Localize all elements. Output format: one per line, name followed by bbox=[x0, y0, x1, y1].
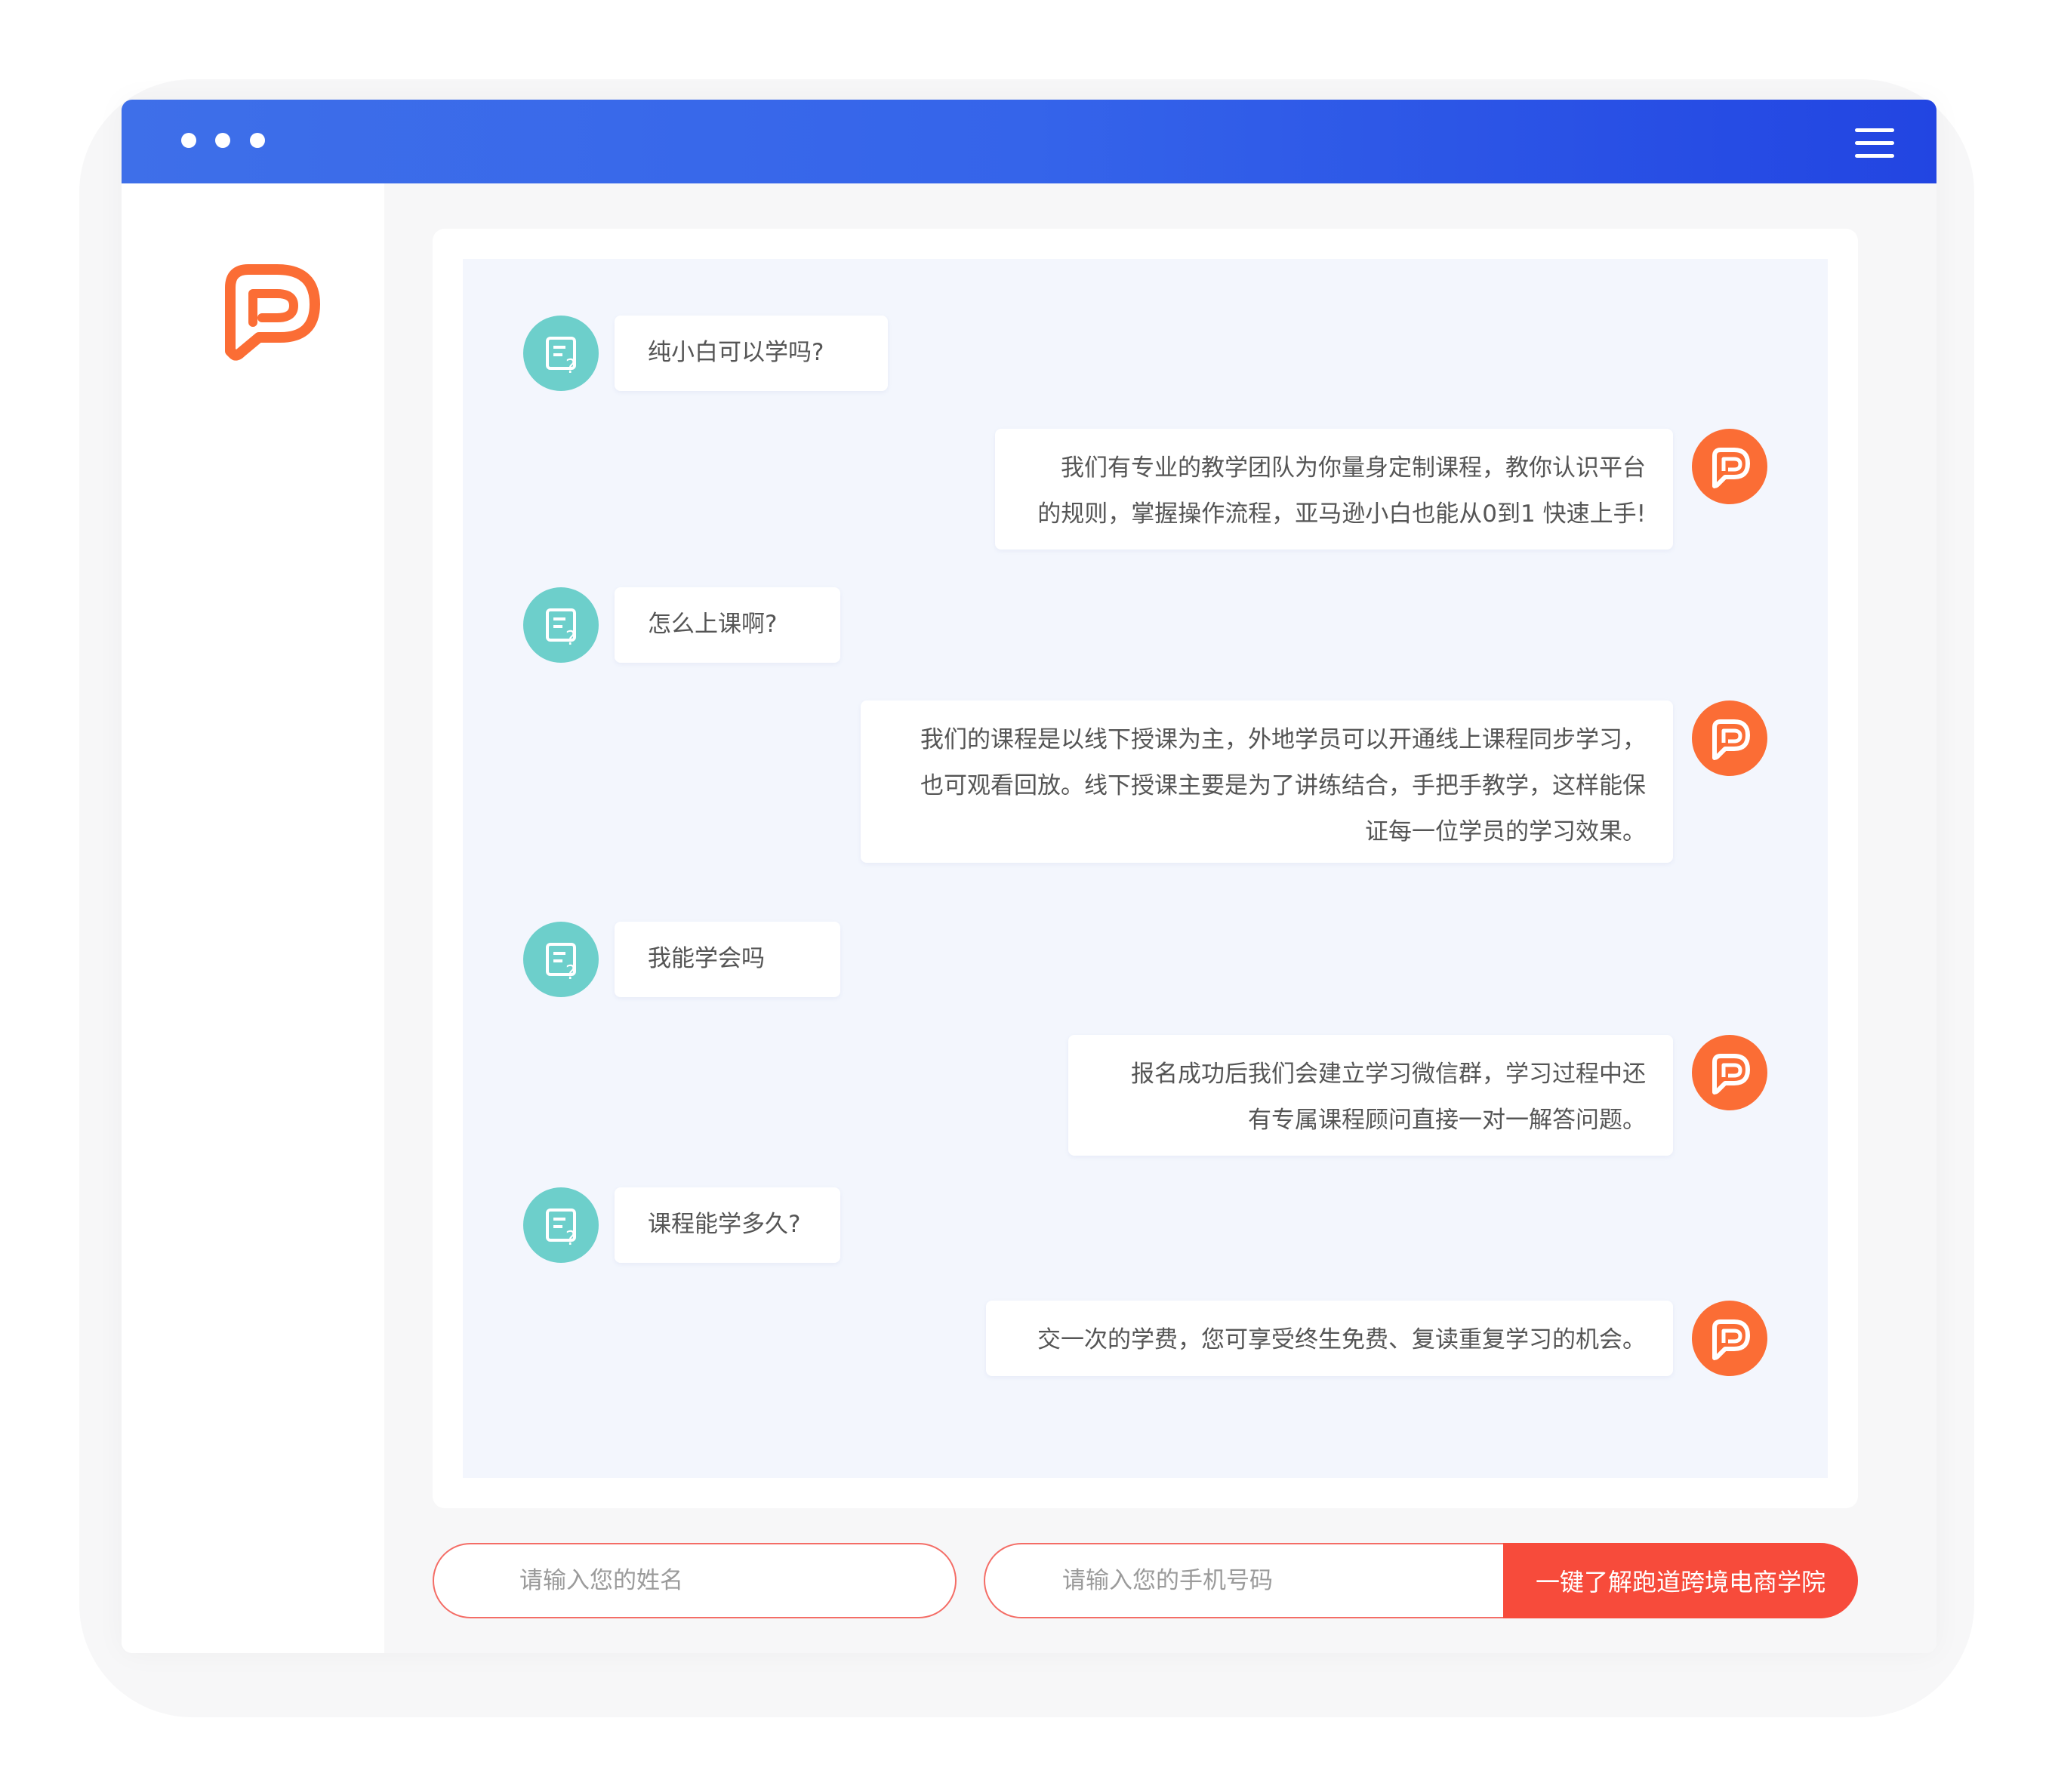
question-note-icon: ? bbox=[546, 337, 576, 378]
bot-message-bubble: 我们的课程是以线下授课为主，外地学员可以开通线上课程同步学习， 也可观看回放。线… bbox=[861, 700, 1673, 863]
hamburger-menu-icon[interactable] bbox=[1855, 128, 1894, 159]
user-message-bubble: 纯小白可以学吗? bbox=[615, 316, 888, 391]
message-line: 我们有专业的教学团队为你量身定制课程，教你认识平台 bbox=[1061, 454, 1646, 482]
app-window: ? 纯小白可以学吗? 我们有专业的教学团队为你量身定制课程，教你认识平台 的规则… bbox=[122, 100, 1936, 1653]
chat-card: ? 纯小白可以学吗? 我们有专业的教学团队为你量身定制课程，教你认识平台 的规则… bbox=[433, 229, 1858, 1508]
message-line: 证每一位学员的学习效果。 bbox=[1365, 818, 1646, 845]
bot-avatar bbox=[1692, 700, 1767, 776]
message-line: 报名成功后我们会建立学习微信群，学习过程中还 bbox=[1131, 1061, 1646, 1088]
message-text: 课程能学多久? bbox=[648, 1211, 801, 1238]
question-note-icon: ? bbox=[546, 943, 576, 984]
question-note-icon: ? bbox=[546, 1209, 576, 1250]
main-panel: ? 纯小白可以学吗? 我们有专业的教学团队为你量身定制课程，教你认识平台 的规则… bbox=[384, 183, 1936, 1653]
message-line: 的规则，掌握操作流程，亚马逊小白也能从0到1 快速上手! bbox=[1037, 500, 1646, 528]
bot-message-bubble: 交一次的学费，您可享受终生免费、复读重复学习的机会。 bbox=[986, 1301, 1673, 1376]
user-message-bubble: 怎么上课啊? bbox=[615, 587, 840, 663]
chat-area: ? 纯小白可以学吗? 我们有专业的教学团队为你量身定制课程，教你认识平台 的规则… bbox=[463, 259, 1828, 1478]
question-note-icon: ? bbox=[546, 608, 576, 650]
message-text: 我能学会吗 bbox=[648, 945, 765, 972]
paodao-logo-icon bbox=[1712, 1054, 1750, 1095]
title-bar bbox=[122, 100, 1936, 183]
user-avatar: ? bbox=[523, 316, 599, 391]
bot-message-bubble: 报名成功后我们会建立学习微信群，学习过程中还 有专属课程顾问直接一对一解答问题。 bbox=[1068, 1035, 1673, 1156]
user-avatar: ? bbox=[523, 922, 599, 997]
phone-input[interactable] bbox=[984, 1543, 1527, 1618]
user-message-bubble: 我能学会吗 bbox=[615, 922, 840, 997]
paodao-brand-logo bbox=[225, 264, 320, 361]
user-message-bubble: 课程能学多久? bbox=[615, 1187, 840, 1263]
bot-avatar bbox=[1692, 1301, 1767, 1376]
message-line: 交一次的学费，您可享受终生免费、复读重复学习的机会。 bbox=[1037, 1326, 1646, 1353]
user-avatar: ? bbox=[523, 1187, 599, 1263]
sidebar bbox=[122, 183, 384, 1653]
bot-message-bubble: 我们有专业的教学团队为你量身定制课程，教你认识平台 的规则，掌握操作流程，亚马逊… bbox=[995, 429, 1673, 550]
message-line: 我们的课程是以线下授课为主，外地学员可以开通线上课程同步学习， bbox=[920, 726, 1646, 753]
svg-text:?: ? bbox=[565, 627, 576, 650]
svg-text:?: ? bbox=[565, 1227, 576, 1250]
svg-text:?: ? bbox=[565, 962, 576, 984]
paodao-logo-icon bbox=[1712, 719, 1750, 760]
message-text: 怎么上课啊? bbox=[648, 611, 778, 638]
user-avatar: ? bbox=[523, 587, 599, 663]
submit-button[interactable]: 一键了解跑道跨境电商学院 bbox=[1503, 1543, 1858, 1618]
message-text: 纯小白可以学吗? bbox=[648, 339, 824, 366]
bot-avatar bbox=[1692, 429, 1767, 504]
message-line: 也可观看回放。线下授课主要是为了讲练结合，手把手教学，这样能保 bbox=[920, 772, 1646, 799]
message-line: 有专属课程顾问直接一对一解答问题。 bbox=[1248, 1107, 1646, 1134]
bot-avatar bbox=[1692, 1035, 1767, 1110]
paodao-logo-icon bbox=[1712, 448, 1750, 488]
svg-text:?: ? bbox=[565, 356, 576, 378]
name-input[interactable] bbox=[433, 1543, 957, 1618]
dot-icon bbox=[181, 133, 196, 148]
signup-form: 一键了解跑道跨境电商学院 bbox=[433, 1543, 1858, 1618]
dot-icon bbox=[250, 133, 265, 148]
paodao-logo-icon bbox=[1712, 1319, 1750, 1360]
dot-icon bbox=[215, 133, 230, 148]
